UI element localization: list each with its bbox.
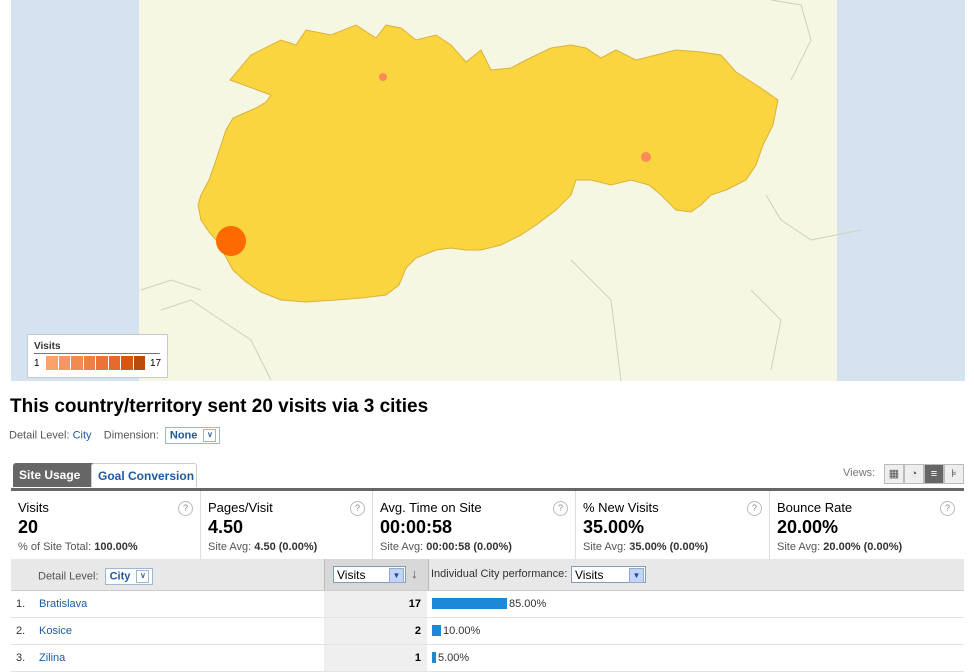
legend-max: 17 [150,358,162,369]
country-shape[interactable] [197,24,779,303]
metric-name: Avg. Time on Site [380,500,482,515]
metric-compare: Site Avg: 4.50 (0.00%) [208,541,318,553]
metric-compare: Site Avg: 35.00% (0.00%) [583,541,709,553]
row-visits: 17 [324,591,427,617]
metric-name: % New Visits [583,500,659,515]
city-link[interactable]: Bratislava [39,598,87,610]
performance-view-icon[interactable]: ≡ [924,464,944,484]
performance-percent: 10.00% [443,625,481,637]
help-icon[interactable]: ? [940,501,955,516]
detail-level-link[interactable]: City [73,429,92,441]
legend-title: Visits [34,341,61,352]
detail-bar: Detail Level: City Dimension: None ∨ [9,427,221,444]
performance-bar [432,625,441,636]
marker-bratislava[interactable] [216,226,246,256]
metric-value: 35.00% [583,517,645,537]
city-link[interactable]: Kosice [39,625,72,637]
metric-value: 4.50 [208,517,244,537]
detail-level-label: Detail Level: [9,429,70,442]
table-detail-dropdown[interactable]: City ∨ [104,568,154,585]
legend-swatch [83,356,95,370]
select-arrow-icon: ▼ [629,568,644,583]
row-number: 3. [16,652,26,664]
metric-select[interactable]: Visits ▼ [333,566,406,583]
row-visits: 2 [324,618,427,644]
legend-scale [46,356,146,370]
marker-zilina[interactable] [379,73,387,81]
legend-swatch [71,356,83,370]
performance-select[interactable]: Visits ▼ [571,566,646,583]
table-row: 2. Kosice 2 10.00% [11,618,964,645]
metric-value: 00:00:58 [380,517,453,537]
marker-kosice[interactable] [641,152,651,162]
performance-select-value: Visits [575,568,604,582]
row-number: 1. [16,598,26,610]
legend-swatch [121,356,133,370]
legend-swatch [58,356,70,370]
metric-bounce-rate: Bounce Rate ? 20.00% Site Avg: 20.00% (0… [770,491,964,561]
performance-percent: 5.00% [438,652,470,664]
performance-percent: 85.00% [509,598,547,610]
legend-swatch [96,356,108,370]
table-view-icon[interactable]: ▦ [884,464,904,484]
map-panel[interactable]: Visits 1 17 [11,0,965,381]
legend-divider [34,353,160,354]
metric-visits: Visits ? 20 % of Site Total: 100.00% [11,491,201,561]
comparison-view-icon[interactable]: ⊧ [944,464,964,484]
legend-swatch [133,356,145,370]
table-detail-level: Detail Level: City ∨ [38,568,154,585]
dimension-dropdown[interactable]: None ∨ [164,427,221,444]
help-icon[interactable]: ? [553,501,568,516]
sort-descending-icon[interactable]: ↓ [411,566,418,581]
performance-bar [432,652,436,663]
help-icon[interactable]: ? [747,501,762,516]
chevron-down-icon: ∨ [136,570,150,583]
metric-compare: Site Avg: 00:00:58 (0.00%) [380,541,512,553]
metric-name: Visits [18,500,49,515]
perf-label: Individual City performance: [431,568,568,580]
city-link[interactable]: Zilina [39,652,65,664]
chevron-down-icon: ∨ [203,429,217,442]
table-detail-label: Detail Level: [38,570,99,583]
metric-value: 20.00% [777,517,839,537]
map-legend: Visits 1 17 [27,334,168,378]
metric-avg-time: Avg. Time on Site ? 00:00:58 Site Avg: 0… [373,491,576,561]
metric-name: Bounce Rate [777,500,853,515]
tab-goal-conversion[interactable]: Goal Conversion [91,463,197,487]
table-header: Detail Level: City ∨ Visits ▼ ↓ Individual… [11,559,964,591]
pie-view-icon[interactable]: ◔ [904,464,924,484]
legend-swatch [108,356,120,370]
metric-compare: % of Site Total: 100.00% [18,541,138,553]
metric-value: 20 [18,517,39,537]
table-row: 3. Zilina 1 5.00% [11,645,964,672]
metric-name: Pages/Visit [208,500,273,515]
metric-new-visits: % New Visits ? 35.00% Site Avg: 35.00% (… [576,491,770,561]
page-title: This country/territory sent 20 visits vi… [10,396,429,417]
views-label: Views: [843,467,876,479]
table-row: 1. Bratislava 17 85.00% [11,591,964,618]
dimension-label: Dimension: [103,429,159,442]
metric-select-value: Visits [337,568,366,582]
metric-compare: Site Avg: 20.00% (0.00%) [777,541,903,553]
slovakia-map[interactable] [11,0,965,381]
help-icon[interactable]: ? [350,501,365,516]
row-visits: 1 [324,645,427,671]
legend-min: 1 [34,358,40,369]
scorecard: Visits ? 20 % of Site Total: 100.00% Pag… [11,488,964,562]
row-number: 2. [16,625,26,637]
select-arrow-icon: ▼ [389,568,404,583]
performance-bar [432,598,507,609]
table-detail-value: City [109,570,131,583]
dimension-value: None [169,429,198,442]
tab-site-usage[interactable]: Site Usage [13,463,99,487]
metric-column-header: Visits ▼ ↓ [324,559,429,590]
metric-pages-visit: Pages/Visit ? 4.50 Site Avg: 4.50 (0.00%… [201,491,373,561]
legend-swatch [46,356,58,370]
help-icon[interactable]: ? [178,501,193,516]
